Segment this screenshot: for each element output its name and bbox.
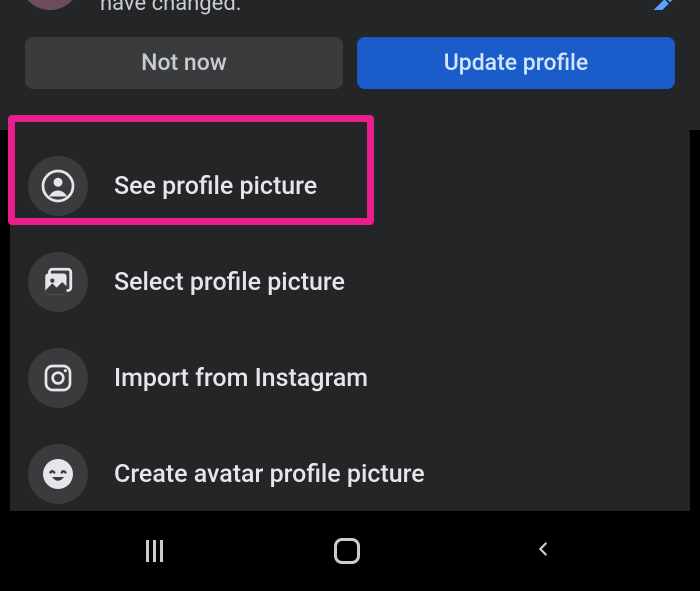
menu-item-select-profile-picture[interactable]: Select profile picture <box>22 234 678 330</box>
avatar <box>20 0 80 10</box>
menu-item-create-avatar[interactable]: Create avatar profile picture <box>22 426 678 522</box>
instagram-icon <box>28 348 88 408</box>
menu-label: Create avatar profile picture <box>114 460 425 489</box>
menu-item-import-instagram[interactable]: Import from Instagram <box>22 330 678 426</box>
nav-home-button[interactable] <box>334 538 360 564</box>
menu-label: Select profile picture <box>114 268 345 297</box>
header-subtext: have changed. <box>100 0 680 19</box>
nav-recents-button[interactable] <box>146 540 163 562</box>
gallery-icon <box>28 252 88 312</box>
edit-icon[interactable] <box>648 0 688 10</box>
person-circle-icon <box>28 156 88 216</box>
update-profile-card: have changed. Not now Update profile <box>0 0 700 130</box>
menu-label: Import from Instagram <box>114 364 368 393</box>
android-nav-bar <box>0 511 700 591</box>
menu-item-see-profile-picture[interactable]: See profile picture <box>22 138 678 234</box>
avatar-face-icon <box>28 444 88 504</box>
update-profile-label: Update profile <box>444 49 588 76</box>
menu-label: See profile picture <box>114 172 317 201</box>
profile-picture-action-sheet: See profile picture Select profile pictu… <box>10 118 690 511</box>
not-now-label: Not now <box>141 49 227 76</box>
nav-back-button[interactable] <box>532 538 554 564</box>
not-now-button[interactable]: Not now <box>25 37 343 89</box>
update-profile-button[interactable]: Update profile <box>357 37 675 89</box>
